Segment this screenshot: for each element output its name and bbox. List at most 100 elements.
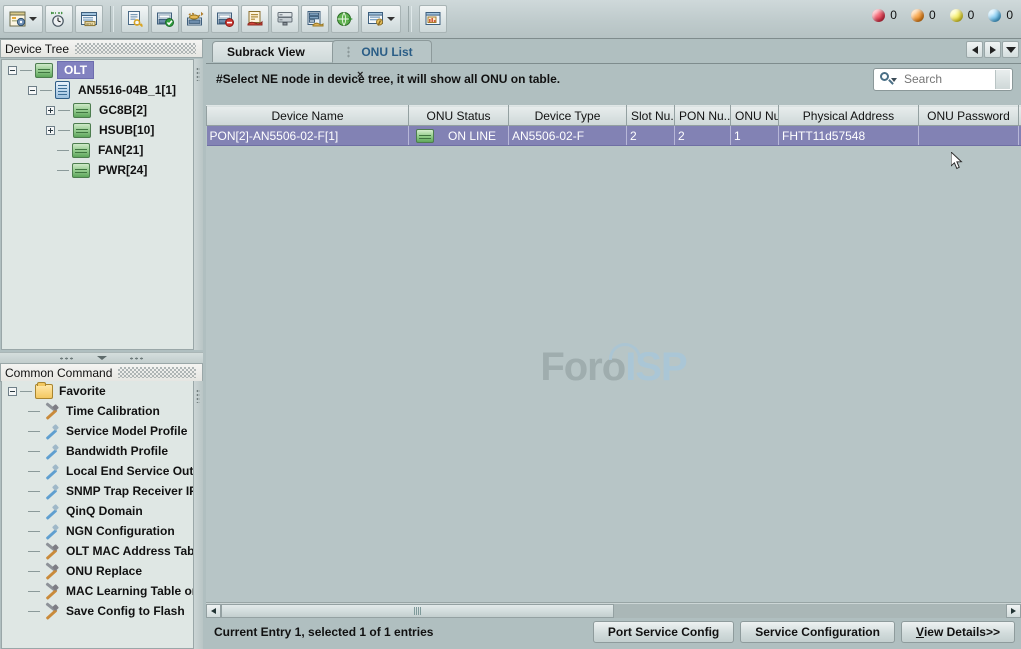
column-header-physical-address[interactable]: Physical Address <box>779 106 919 126</box>
report-icon[interactable] <box>361 5 401 33</box>
tree-toggle-icon[interactable] <box>28 86 37 95</box>
warning-alarm[interactable]: 0 <box>988 8 1013 22</box>
tree-connector <box>28 571 40 572</box>
chevron-down-icon[interactable] <box>29 17 37 21</box>
close-icon[interactable]: × <box>357 69 363 81</box>
command-item-service-model-profile[interactable]: Service Model Profile <box>2 421 199 441</box>
tree-toggle-icon[interactable] <box>46 106 55 115</box>
tree-toggle-icon[interactable] <box>8 387 17 396</box>
tree-toggle-icon[interactable] <box>46 126 55 135</box>
search-box[interactable] <box>873 68 1013 91</box>
command-item-bandwidth-profile[interactable]: Bandwidth Profile <box>2 441 199 461</box>
column-header-onu-number[interactable]: ONU Nu... <box>731 106 779 126</box>
table-row[interactable]: PON[2]-AN5506-02-F[1] ON LINE AN5506-02-… <box>207 126 1021 146</box>
column-header-device-name[interactable]: Device Name <box>207 106 409 126</box>
column-header-slot-number[interactable]: Slot Nu... <box>627 106 675 126</box>
horizontal-scrollbar[interactable] <box>206 602 1021 618</box>
add-device-icon[interactable] <box>151 5 179 33</box>
chevron-down-icon[interactable] <box>387 17 395 21</box>
device-manager-icon[interactable] <box>3 5 43 33</box>
onu-list-icon[interactable]: onu <box>75 5 103 33</box>
search-icon[interactable] <box>880 72 894 86</box>
scrollbar-track[interactable] <box>221 604 1006 618</box>
view-details-button[interactable]: View Details>> <box>901 621 1015 643</box>
tree-node-olt[interactable]: OLT <box>2 60 199 80</box>
cell-physical-address[interactable]: FHTT11d57548 <box>779 126 919 146</box>
main-toolbar: onu <box>0 0 1021 39</box>
cell-pon-number[interactable]: 2 <box>675 126 731 146</box>
critical-alarm-count: 0 <box>890 8 897 22</box>
cell-device-type[interactable]: AN5506-02-F <box>509 126 627 146</box>
cell-slot-number[interactable]: 2 <box>627 126 675 146</box>
device-tree-title: Device Tree <box>5 42 69 56</box>
tab-subrack-view[interactable]: Subrack View <box>212 41 336 62</box>
rack-icon[interactable] <box>271 5 299 33</box>
tree-node-fan[interactable]: FAN[21] <box>2 140 199 160</box>
scrollbar-thumb[interactable] <box>221 604 614 618</box>
tree-node-label: AN5516-04B_1[1] <box>78 83 176 97</box>
major-alarm-icon <box>911 9 924 22</box>
tree-node-label: HSUB[10] <box>99 123 154 137</box>
search-input[interactable] <box>902 71 995 87</box>
cell-onu-number[interactable]: 1 <box>731 126 779 146</box>
search-scroll-nub <box>995 70 1010 89</box>
scroll-left-button[interactable] <box>206 604 221 618</box>
tree-node-hsub[interactable]: HSUB[10] <box>2 120 199 140</box>
drag-grip-icon[interactable] <box>75 43 196 54</box>
command-item-label: MAC Learning Table on P <box>66 584 199 598</box>
tree-node-pwr[interactable]: PWR[24] <box>2 160 199 180</box>
command-item-label: Local End Service Outter <box>66 464 199 478</box>
command-item-mac-learning-table[interactable]: MAC Learning Table on P <box>2 581 199 601</box>
column-header-onu-status[interactable]: ONU Status <box>409 106 509 126</box>
tab-onu-list[interactable]: ONU List × <box>332 40 432 63</box>
network-scan-icon[interactable] <box>181 5 209 33</box>
tab-list-button[interactable] <box>1002 41 1019 58</box>
cell-device-name[interactable]: PON[2]-AN5506-02-F[1] <box>207 126 409 146</box>
common-command-scrollbar[interactable] <box>193 381 203 649</box>
authorization-icon[interactable] <box>121 5 149 33</box>
command-item-label: Service Model Profile <box>66 424 187 438</box>
toolbar-group-3 <box>418 4 448 34</box>
time-sync-icon[interactable] <box>45 5 73 33</box>
onu-table: Device Name ONU Status Device Type Slot … <box>206 105 1021 146</box>
column-header-device-type[interactable]: Device Type <box>509 106 627 126</box>
cell-onu-status[interactable]: ON LINE <box>409 126 509 146</box>
command-item-qinq-domain[interactable]: QinQ Domain <box>2 501 199 521</box>
server-config-icon[interactable] <box>301 5 329 33</box>
tree-node-an5516[interactable]: AN5516-04B_1[1] <box>2 80 199 100</box>
scrollbar-thumb[interactable] <box>196 67 200 81</box>
cell-onu-password[interactable] <box>919 126 1019 146</box>
command-item-olt-mac-address-table[interactable]: OLT MAC Address Table <box>2 541 199 561</box>
command-item-snmp-trap-receiver-ip[interactable]: SNMP Trap Receiver IP <box>2 481 199 501</box>
command-item-ngn-configuration[interactable]: NGN Configuration <box>2 521 199 541</box>
config-file-icon[interactable] <box>241 5 269 33</box>
scroll-right-button[interactable] <box>1006 604 1021 618</box>
command-item-onu-replace[interactable]: ONU Replace <box>2 561 199 581</box>
performance-icon[interactable] <box>419 5 447 33</box>
tab-scroll-right-button[interactable] <box>984 41 1001 58</box>
tree-toggle-icon[interactable] <box>8 66 17 75</box>
tab-label: ONU List <box>361 45 412 59</box>
card-icon <box>72 143 90 158</box>
major-alarm[interactable]: 0 <box>911 8 936 22</box>
global-network-icon[interactable] <box>331 5 359 33</box>
command-item-label: NGN Configuration <box>66 524 175 538</box>
delete-device-icon[interactable] <box>211 5 239 33</box>
port-service-config-button[interactable]: Port Service Config <box>593 621 734 643</box>
scrollbar-thumb[interactable] <box>196 389 200 403</box>
minor-alarm[interactable]: 0 <box>950 8 975 22</box>
critical-alarm[interactable]: 0 <box>872 8 897 22</box>
command-root-favorite[interactable]: Favorite <box>2 381 199 401</box>
command-item-time-calibration[interactable]: Time Calibration <box>2 401 199 421</box>
drag-grip-icon[interactable] <box>118 367 196 378</box>
command-item-save-config-to-flash[interactable]: Save Config to Flash <box>2 601 199 621</box>
device-tree-scrollbar[interactable] <box>193 59 203 350</box>
tools-icon <box>44 544 60 558</box>
service-configuration-button[interactable]: Service Configuration <box>740 621 895 643</box>
column-header-onu-password[interactable]: ONU Password <box>919 106 1019 126</box>
tree-node-gc8b[interactable]: GC8B[2] <box>2 100 199 120</box>
column-header-pon-number[interactable]: PON Nu... <box>675 106 731 126</box>
tab-scroll-left-button[interactable] <box>966 41 983 58</box>
splitter-collapse-icon[interactable] <box>97 356 107 360</box>
command-item-local-end-service-outter[interactable]: Local End Service Outter <box>2 461 199 481</box>
